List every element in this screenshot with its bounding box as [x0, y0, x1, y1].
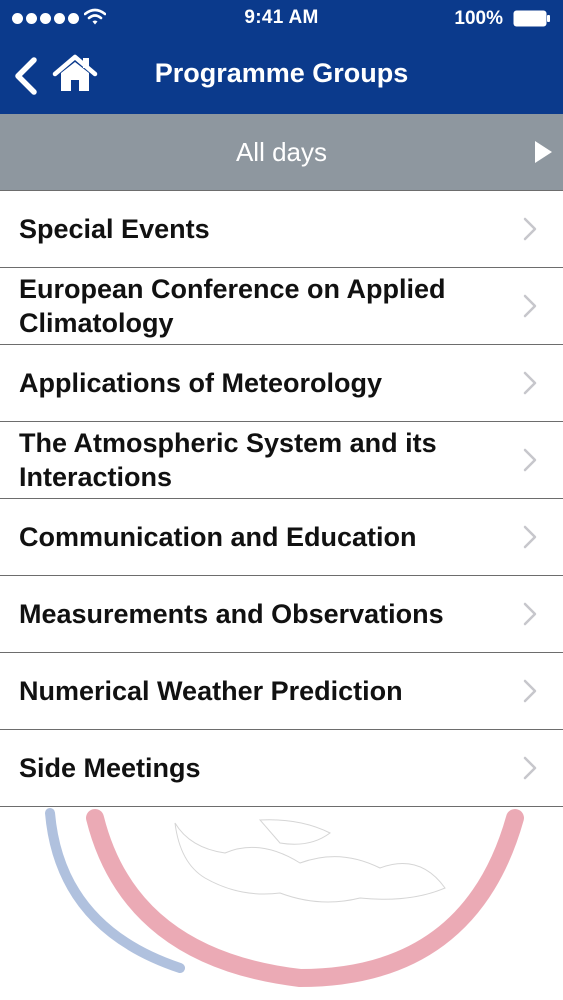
chevron-right-icon [523, 448, 537, 472]
list-item[interactable]: Measurements and Observations [0, 576, 563, 653]
list-item[interactable]: European Conference on Applied Climatolo… [0, 268, 563, 345]
chevron-right-icon [523, 756, 537, 780]
status-bar: 9:41 AM 100% [0, 0, 563, 38]
chevron-right-icon [523, 294, 537, 318]
list-item[interactable]: Communication and Education [0, 499, 563, 576]
page-title: Programme Groups [154, 58, 409, 88]
chevron-right-icon [523, 217, 537, 241]
list-item[interactable]: Applications of Meteorology [0, 345, 563, 422]
list-item[interactable]: Special Events [0, 191, 563, 268]
list-item[interactable]: Side Meetings [0, 730, 563, 807]
triangle-right-icon[interactable] [533, 140, 553, 164]
list-item-label: Measurements and Observations [19, 599, 444, 629]
chevron-right-icon [523, 679, 537, 703]
chevron-right-icon [523, 602, 537, 626]
header: 9:41 AM 100% Programme Groups [0, 0, 563, 114]
screen: 9:41 AM 100% Programme Groups All days S… [0, 0, 563, 1000]
list-item-label: Communication and Education [19, 522, 417, 552]
list-item-label: European Conference on Applied Climatolo… [19, 274, 446, 338]
list-item-label: Special Events [19, 214, 210, 244]
ecac-watermark-logo [45, 808, 524, 988]
list-item-label: Applications of Meteorology [19, 368, 383, 398]
programme-group-list: Special Events European Conference on Ap… [0, 190, 563, 807]
nav-bar: Programme Groups [0, 38, 563, 114]
chevron-right-icon [523, 525, 537, 549]
day-filter-label: All days [235, 137, 328, 167]
day-filter-bar[interactable]: All days [0, 114, 563, 190]
list-item-label: Numerical Weather Prediction [19, 676, 403, 706]
list-item[interactable]: The Atmospheric System and its Interacti… [0, 422, 563, 499]
chevron-right-icon [523, 371, 537, 395]
battery-icon [513, 10, 550, 27]
list-item-label: The Atmospheric System and its Interacti… [19, 428, 437, 492]
battery-percentage: 100% [454, 8, 503, 29]
list-item-label: Side Meetings [19, 753, 201, 783]
list-item[interactable]: Numerical Weather Prediction [0, 653, 563, 730]
